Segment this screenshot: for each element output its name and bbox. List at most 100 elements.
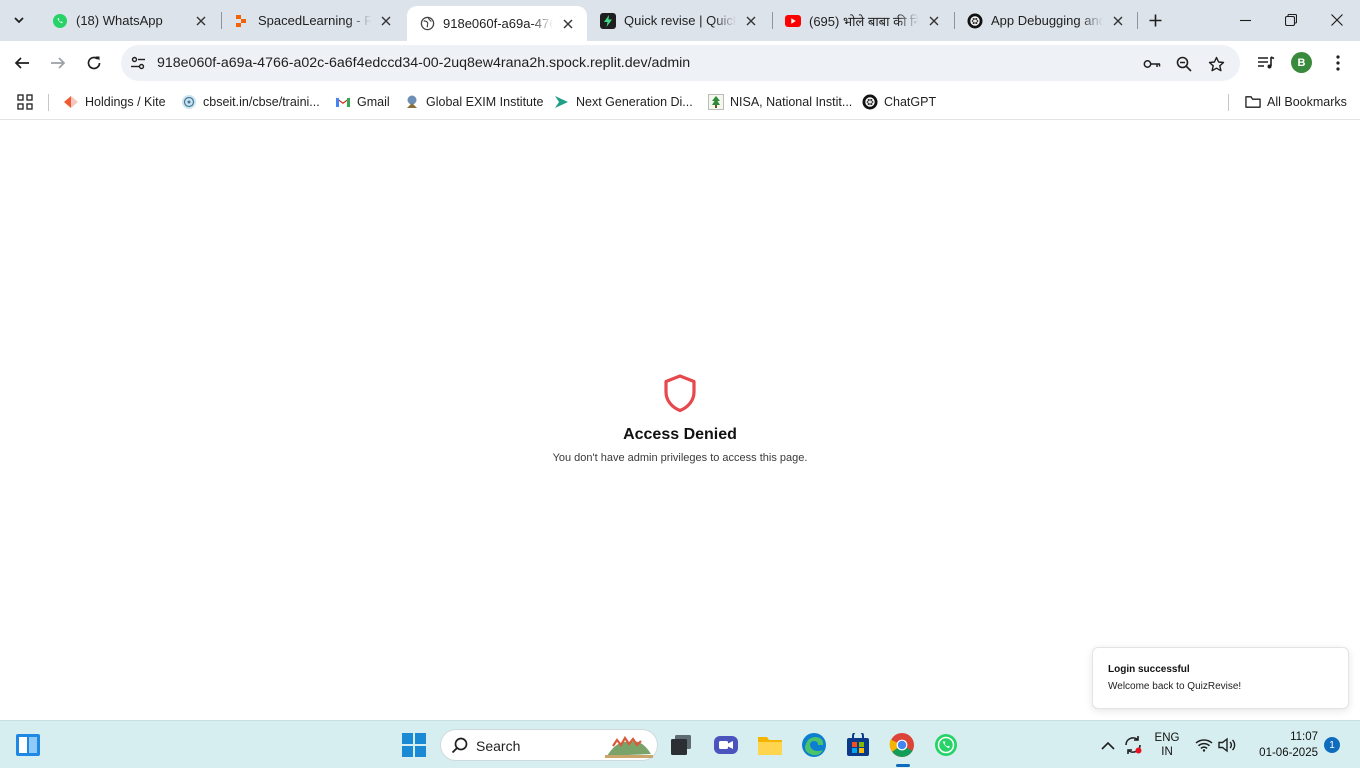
taskbar: Search ENG IN 11:07 01-06-2025 1 <box>0 720 1360 768</box>
widgets-icon <box>16 734 40 756</box>
show-hidden-icons-button[interactable] <box>1094 729 1122 761</box>
close-icon[interactable] <box>559 15 577 33</box>
profile-avatar[interactable]: B <box>1291 52 1312 73</box>
whatsapp-icon <box>52 13 68 29</box>
windows-logo-icon <box>402 733 426 757</box>
apps-grid-icon <box>17 94 33 110</box>
minimize-button[interactable] <box>1222 0 1268 40</box>
site-settings-icon[interactable] <box>129 54 147 72</box>
tab-title: (695) भोले बाबा की निरा <box>809 13 919 29</box>
language-indicator[interactable]: ENG IN <box>1150 731 1184 759</box>
bookmark-label: Gmail <box>357 95 390 109</box>
youtube-icon <box>785 13 801 29</box>
more-menu-icon[interactable] <box>1326 51 1350 75</box>
sync-icon <box>1125 736 1142 754</box>
cbse-icon <box>181 94 197 110</box>
chatgpt-icon <box>967 13 983 29</box>
tab-youtube[interactable]: (695) भोले बाबा की निरा <box>773 0 953 41</box>
bookmark-label: Global EXIM Institute <box>426 95 544 109</box>
shield-icon <box>664 374 696 413</box>
whatsapp-taskbar-button[interactable] <box>930 729 962 761</box>
store-button[interactable] <box>842 729 874 761</box>
chrome-button[interactable] <box>886 729 918 761</box>
all-bookmarks-button[interactable]: All Bookmarks <box>1245 91 1347 113</box>
bookmark-nisa[interactable]: NISA, National Instit... <box>708 91 852 113</box>
tab-strip: (18) WhatsApp SpacedLearning - Rep 918e0… <box>0 0 1360 41</box>
close-icon[interactable] <box>1109 12 1127 30</box>
login-toast[interactable]: Login successful Welcome back to QuizRev… <box>1092 647 1349 709</box>
access-denied-panel: Access Denied You don't have admin privi… <box>480 373 880 464</box>
kite-icon <box>63 94 79 110</box>
tab-spacedlearning[interactable]: SpacedLearning - Rep <box>222 0 405 41</box>
taskbar-search[interactable]: Search <box>440 729 658 761</box>
gmail-icon <box>335 94 351 110</box>
bookmark-gmail[interactable]: Gmail <box>335 91 390 113</box>
bookmark-cbseit[interactable]: cbseit.in/cbse/traini... <box>181 91 320 113</box>
widgets-button[interactable] <box>12 729 44 761</box>
start-button[interactable] <box>398 729 430 761</box>
url-text[interactable]: 918e060f-a69a-4766-a02c-6a6f4edccd34-00-… <box>157 55 690 71</box>
clock[interactable]: 11:07 01-06-2025 <box>1246 730 1318 760</box>
forward-arrow-icon <box>51 57 66 69</box>
speaker-icon <box>1218 737 1236 753</box>
chevron-up-icon <box>1101 741 1115 750</box>
forward-button[interactable] <box>44 49 72 77</box>
back-button[interactable] <box>8 49 36 77</box>
bookmark-global-exim[interactable]: Global EXIM Institute <box>404 91 543 113</box>
close-icon[interactable] <box>192 12 210 30</box>
new-tab-button[interactable] <box>1144 9 1166 31</box>
notification-badge[interactable]: 1 <box>1324 737 1340 753</box>
bookmark-chatgpt[interactable]: ChatGPT <box>862 91 936 113</box>
bookmark-label: ChatGPT <box>884 95 937 109</box>
bookmark-star-icon[interactable] <box>1205 53 1227 75</box>
replit-icon <box>234 13 250 29</box>
whatsapp-icon <box>935 734 957 756</box>
arrow-icon <box>554 94 570 110</box>
bookmark-holdings-kite[interactable]: Holdings / Kite <box>63 91 166 113</box>
error-message: You don't have admin privileges to acces… <box>552 452 808 464</box>
close-icon[interactable] <box>742 12 760 30</box>
chevron-down-icon <box>14 17 24 24</box>
tab-search-button[interactable] <box>6 7 32 33</box>
search-icon <box>451 737 468 754</box>
file-explorer-button[interactable] <box>754 729 786 761</box>
sync-status-button[interactable] <box>1120 729 1146 761</box>
region-code: IN <box>1161 746 1173 758</box>
clock-date: 01-06-2025 <box>1259 747 1318 759</box>
bookmark-next-generation[interactable]: Next Generation Di... <box>554 91 693 113</box>
tab-title: App Debugging and <box>991 13 1103 28</box>
tab-title: SpacedLearning - Rep <box>258 13 371 28</box>
close-window-button[interactable] <box>1314 0 1360 40</box>
meet-app-button[interactable] <box>710 729 742 761</box>
tab-chatgpt[interactable]: App Debugging and <box>955 0 1137 41</box>
password-key-icon[interactable] <box>1141 53 1163 75</box>
exim-icon <box>404 94 420 110</box>
close-icon[interactable] <box>377 12 395 30</box>
edge-button[interactable] <box>798 729 830 761</box>
task-view-button[interactable] <box>665 729 697 761</box>
tab-replit-admin[interactable]: 918e060f-a69a-4766- <box>407 6 587 41</box>
bookmark-separator <box>48 94 49 111</box>
store-icon <box>847 733 869 756</box>
media-control-icon[interactable] <box>1254 51 1278 75</box>
apps-button[interactable] <box>17 91 33 113</box>
zoom-icon[interactable] <box>1173 53 1195 75</box>
volume-button[interactable] <box>1214 729 1242 761</box>
wifi-icon <box>1195 739 1213 752</box>
toast-message: Welcome back to QuizRevise! <box>1108 681 1242 692</box>
reload-icon <box>87 56 101 70</box>
tab-whatsapp[interactable]: (18) WhatsApp <box>40 0 220 41</box>
reload-button[interactable] <box>80 49 108 77</box>
task-view-icon <box>671 735 691 755</box>
tab-quick-revise[interactable]: Quick revise | Quick F <box>588 0 770 41</box>
plus-icon <box>1149 14 1161 26</box>
bookmark-separator <box>1228 94 1229 111</box>
tab-separator <box>1137 12 1138 29</box>
search-highlight-image <box>605 735 653 758</box>
bookmark-label: cbseit.in/cbse/traini... <box>203 95 320 109</box>
close-icon[interactable] <box>925 12 943 30</box>
address-bar[interactable]: 918e060f-a69a-4766-a02c-6a6f4edccd34-00-… <box>121 45 1240 81</box>
restore-button[interactable] <box>1268 0 1314 40</box>
edge-icon <box>802 733 826 757</box>
chrome-icon <box>889 733 914 757</box>
